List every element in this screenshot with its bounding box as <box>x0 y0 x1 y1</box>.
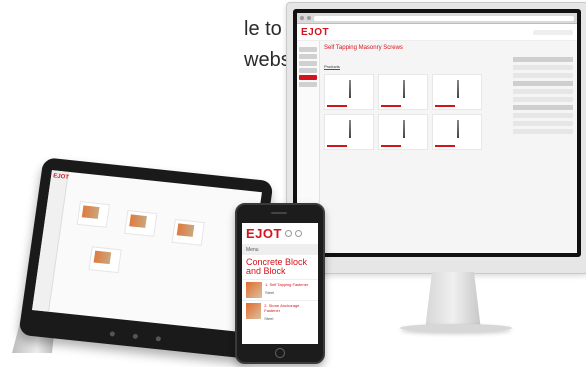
browser-dot-icon <box>307 16 311 20</box>
cart-icon <box>294 230 302 237</box>
monitor-chin <box>287 257 586 273</box>
filter-row <box>513 113 573 118</box>
phone-header: EJOT <box>242 223 318 245</box>
filter-row <box>513 121 573 126</box>
tablet-screen: EJOT <box>32 170 262 333</box>
filter-row <box>513 97 573 102</box>
tab-products: Products <box>324 64 340 70</box>
product-card <box>378 114 428 150</box>
product-label <box>435 105 455 107</box>
home-button-icon <box>275 348 285 358</box>
screw-image <box>403 120 405 138</box>
monitor-bezel: EJOT Self Tapping Masonry Screws Product… <box>293 9 581 257</box>
phone-page-title: Concrete Block and Block <box>242 255 318 279</box>
product-text: 2. Stone Anchorage Fastener Steel <box>264 303 314 321</box>
block-image <box>93 250 112 265</box>
filter-row <box>513 89 573 94</box>
filter-row <box>513 129 573 134</box>
site-header: EJOT <box>297 24 577 41</box>
product-text: 1. Self Tapping Fastener Steel <box>265 282 308 298</box>
browser-toolbar <box>297 13 577 24</box>
sidebar-item <box>299 82 317 87</box>
screw-image <box>457 80 459 98</box>
ejot-logo: EJOT <box>52 173 70 181</box>
product-name: 2. Stone Anchorage Fastener <box>264 303 300 313</box>
product-name: 1. Self Tapping Fastener <box>265 282 309 287</box>
tablet-product-card <box>124 210 158 237</box>
screw-image <box>349 120 351 138</box>
sidebar-item <box>299 47 317 52</box>
search-icon <box>284 230 292 237</box>
ejot-logo: EJOT <box>246 226 282 241</box>
product-label <box>381 145 401 147</box>
monitor-screen: EJOT Self Tapping Masonry Screws Product… <box>297 13 577 253</box>
product-card <box>432 114 482 150</box>
tablet-nav-buttons <box>109 331 162 342</box>
screw-image <box>403 80 405 98</box>
filter-row <box>513 73 573 78</box>
tablet-product-card <box>171 219 205 246</box>
product-card <box>432 74 482 110</box>
product-sub: Steel <box>265 290 275 295</box>
screw-image <box>457 120 459 138</box>
filter-row <box>513 65 573 70</box>
home-icon <box>132 333 139 340</box>
block-image <box>81 205 100 219</box>
product-label <box>327 105 347 107</box>
phone-screen: EJOT Menu Concrete Block and Block 1. Se… <box>242 223 318 344</box>
tablet-sidebar: EJOT <box>32 170 69 312</box>
title-line-2: and Block <box>246 266 286 276</box>
monitor-stand <box>425 272 481 330</box>
phone-list-item: 2. Stone Anchorage Fastener Steel <box>242 300 318 323</box>
ejot-logo: EJOT <box>301 26 330 38</box>
page-title: Self Tapping Masonry Screws <box>324 45 403 51</box>
browser-dot-icon <box>300 16 304 20</box>
phone-menu-bar: Menu <box>242 245 318 255</box>
product-grid <box>324 74 482 150</box>
filter-heading <box>513 105 573 110</box>
filter-panel <box>513 57 573 137</box>
product-thumbnail <box>246 282 262 298</box>
monitor-stand-base <box>400 324 512 332</box>
recent-apps-icon <box>155 336 162 342</box>
tablet-product-card <box>76 201 111 228</box>
filter-heading <box>513 81 573 86</box>
filter-heading <box>513 57 573 62</box>
screw-image <box>349 80 351 98</box>
smartphone: EJOT Menu Concrete Block and Block 1. Se… <box>235 203 325 364</box>
phone-speaker <box>271 212 287 214</box>
product-label <box>435 145 455 147</box>
product-sub: Steel <box>264 316 274 321</box>
product-card <box>324 74 374 110</box>
product-card <box>378 74 428 110</box>
product-label <box>327 145 347 147</box>
product-label <box>381 105 401 107</box>
main-content: Self Tapping Masonry Screws Products <box>320 41 577 253</box>
sidebar-item-active <box>299 75 317 80</box>
phone-list-item: 1. Self Tapping Fastener Steel <box>242 279 318 300</box>
address-bar <box>314 15 574 21</box>
back-icon <box>109 331 116 337</box>
product-thumbnail <box>246 303 262 319</box>
sidebar-item <box>299 61 317 66</box>
block-image <box>176 223 195 237</box>
search-input <box>533 29 573 35</box>
site-body: Self Tapping Masonry Screws Products <box>297 41 577 253</box>
sidebar-item <box>299 68 317 73</box>
desktop-monitor: EJOT Self Tapping Masonry Screws Product… <box>286 2 586 274</box>
sidebar-item <box>299 54 317 59</box>
product-card <box>324 114 374 150</box>
block-image <box>129 214 147 228</box>
tablet-product-card <box>88 246 122 274</box>
